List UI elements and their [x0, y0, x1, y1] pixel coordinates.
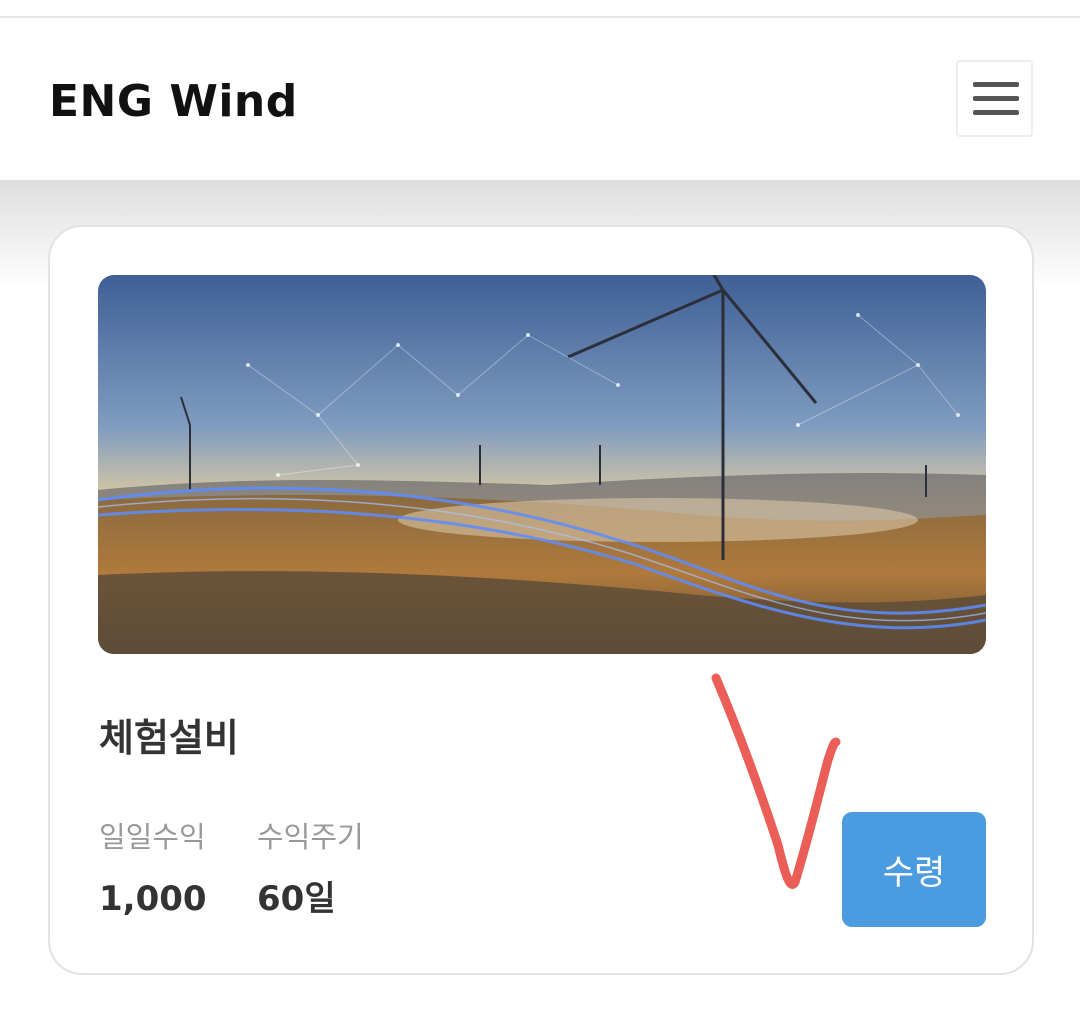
- menu-button[interactable]: [956, 60, 1033, 137]
- hamburger-menu-icon-bar-2: [973, 96, 1019, 101]
- daily-profit-value: 1,000: [99, 879, 207, 919]
- profit-period-stat: 수익주기 60일: [257, 817, 364, 921]
- brand-title: ENG Wind: [49, 76, 298, 127]
- app-header: ENG Wind: [0, 18, 1080, 180]
- hamburger-menu-icon-bar-3: [973, 110, 1019, 115]
- hamburger-menu-icon: [973, 82, 1019, 87]
- daily-profit-stat: 일일수익 1,000: [99, 817, 207, 921]
- daily-profit-label: 일일수익: [99, 820, 206, 854]
- product-image: [98, 275, 986, 654]
- profit-period-value: 60일: [257, 879, 336, 919]
- claim-button[interactable]: 수령: [842, 812, 986, 927]
- profit-period-label: 수익주기: [257, 820, 364, 854]
- product-name: 체험설비: [99, 716, 239, 760]
- product-card: 체험설비 일일수익 1,000 수익주기 60일 수령: [48, 225, 1034, 975]
